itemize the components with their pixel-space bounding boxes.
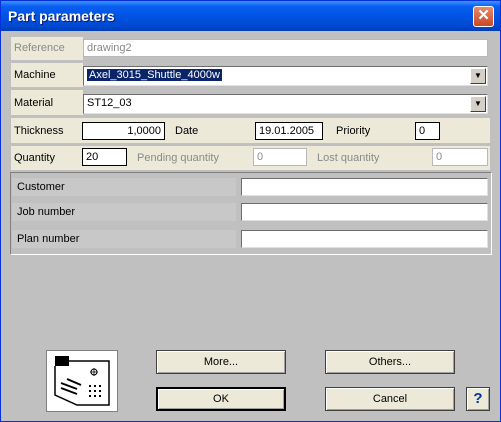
chevron-down-icon[interactable]: ▼ xyxy=(470,96,486,112)
part-drawing-graphic xyxy=(54,356,110,406)
lost-quantity-label: Lost quantity xyxy=(317,152,380,164)
close-icon: ✕ xyxy=(477,7,490,24)
customer-input[interactable] xyxy=(241,178,488,196)
reference-label: Reference xyxy=(14,42,65,54)
machine-selected-value: Axel_3015_Shuttle_4000w xyxy=(87,69,222,81)
date-label: Date xyxy=(175,125,199,137)
machine-select[interactable]: Axel_3015_Shuttle_4000w ▼ xyxy=(83,66,488,86)
material-select[interactable]: ST12_03 ▼ xyxy=(83,94,488,114)
thickness-label: Thickness xyxy=(14,125,64,137)
plan-number-input[interactable] xyxy=(241,230,488,248)
machine-label: Machine xyxy=(14,69,56,81)
others-button[interactable]: Others... xyxy=(325,350,455,374)
window-title: Part parameters xyxy=(8,8,115,24)
close-button[interactable]: ✕ xyxy=(473,6,494,27)
thickness-input[interactable]: 1,0000 xyxy=(82,122,165,140)
priority-label: Priority xyxy=(336,125,371,137)
pending-quantity-label: Pending quantity xyxy=(137,152,219,164)
material-label: Material xyxy=(14,97,54,109)
pending-quantity-input: 0 xyxy=(253,148,307,166)
material-selected-value: ST12_03 xyxy=(87,97,132,109)
chevron-down-icon[interactable]: ▼ xyxy=(470,68,486,84)
reference-field: drawing2 xyxy=(83,39,488,57)
job-number-label: Job number xyxy=(12,203,236,221)
quantity-input[interactable]: 20 xyxy=(82,148,127,166)
cancel-button[interactable]: Cancel xyxy=(325,387,455,411)
ok-button[interactable]: OK xyxy=(156,387,286,411)
title-bar[interactable]: Part parameters ✕ xyxy=(1,1,500,31)
date-input[interactable]: 19.01.2005 xyxy=(255,122,323,140)
priority-input[interactable]: 0 xyxy=(415,122,440,140)
customer-label: Customer xyxy=(12,178,236,196)
plan-number-label: Plan number xyxy=(12,230,236,248)
lost-quantity-input: 0 xyxy=(432,148,488,166)
part-parameters-dialog: Part parameters ✕ Reference drawing2 Mac… xyxy=(0,0,501,422)
quantity-label: Quantity xyxy=(14,152,55,164)
job-number-input[interactable] xyxy=(241,203,488,221)
part-drawing-icon xyxy=(46,350,118,412)
help-button[interactable]: ? xyxy=(466,387,490,411)
more-button[interactable]: More... xyxy=(156,350,286,374)
